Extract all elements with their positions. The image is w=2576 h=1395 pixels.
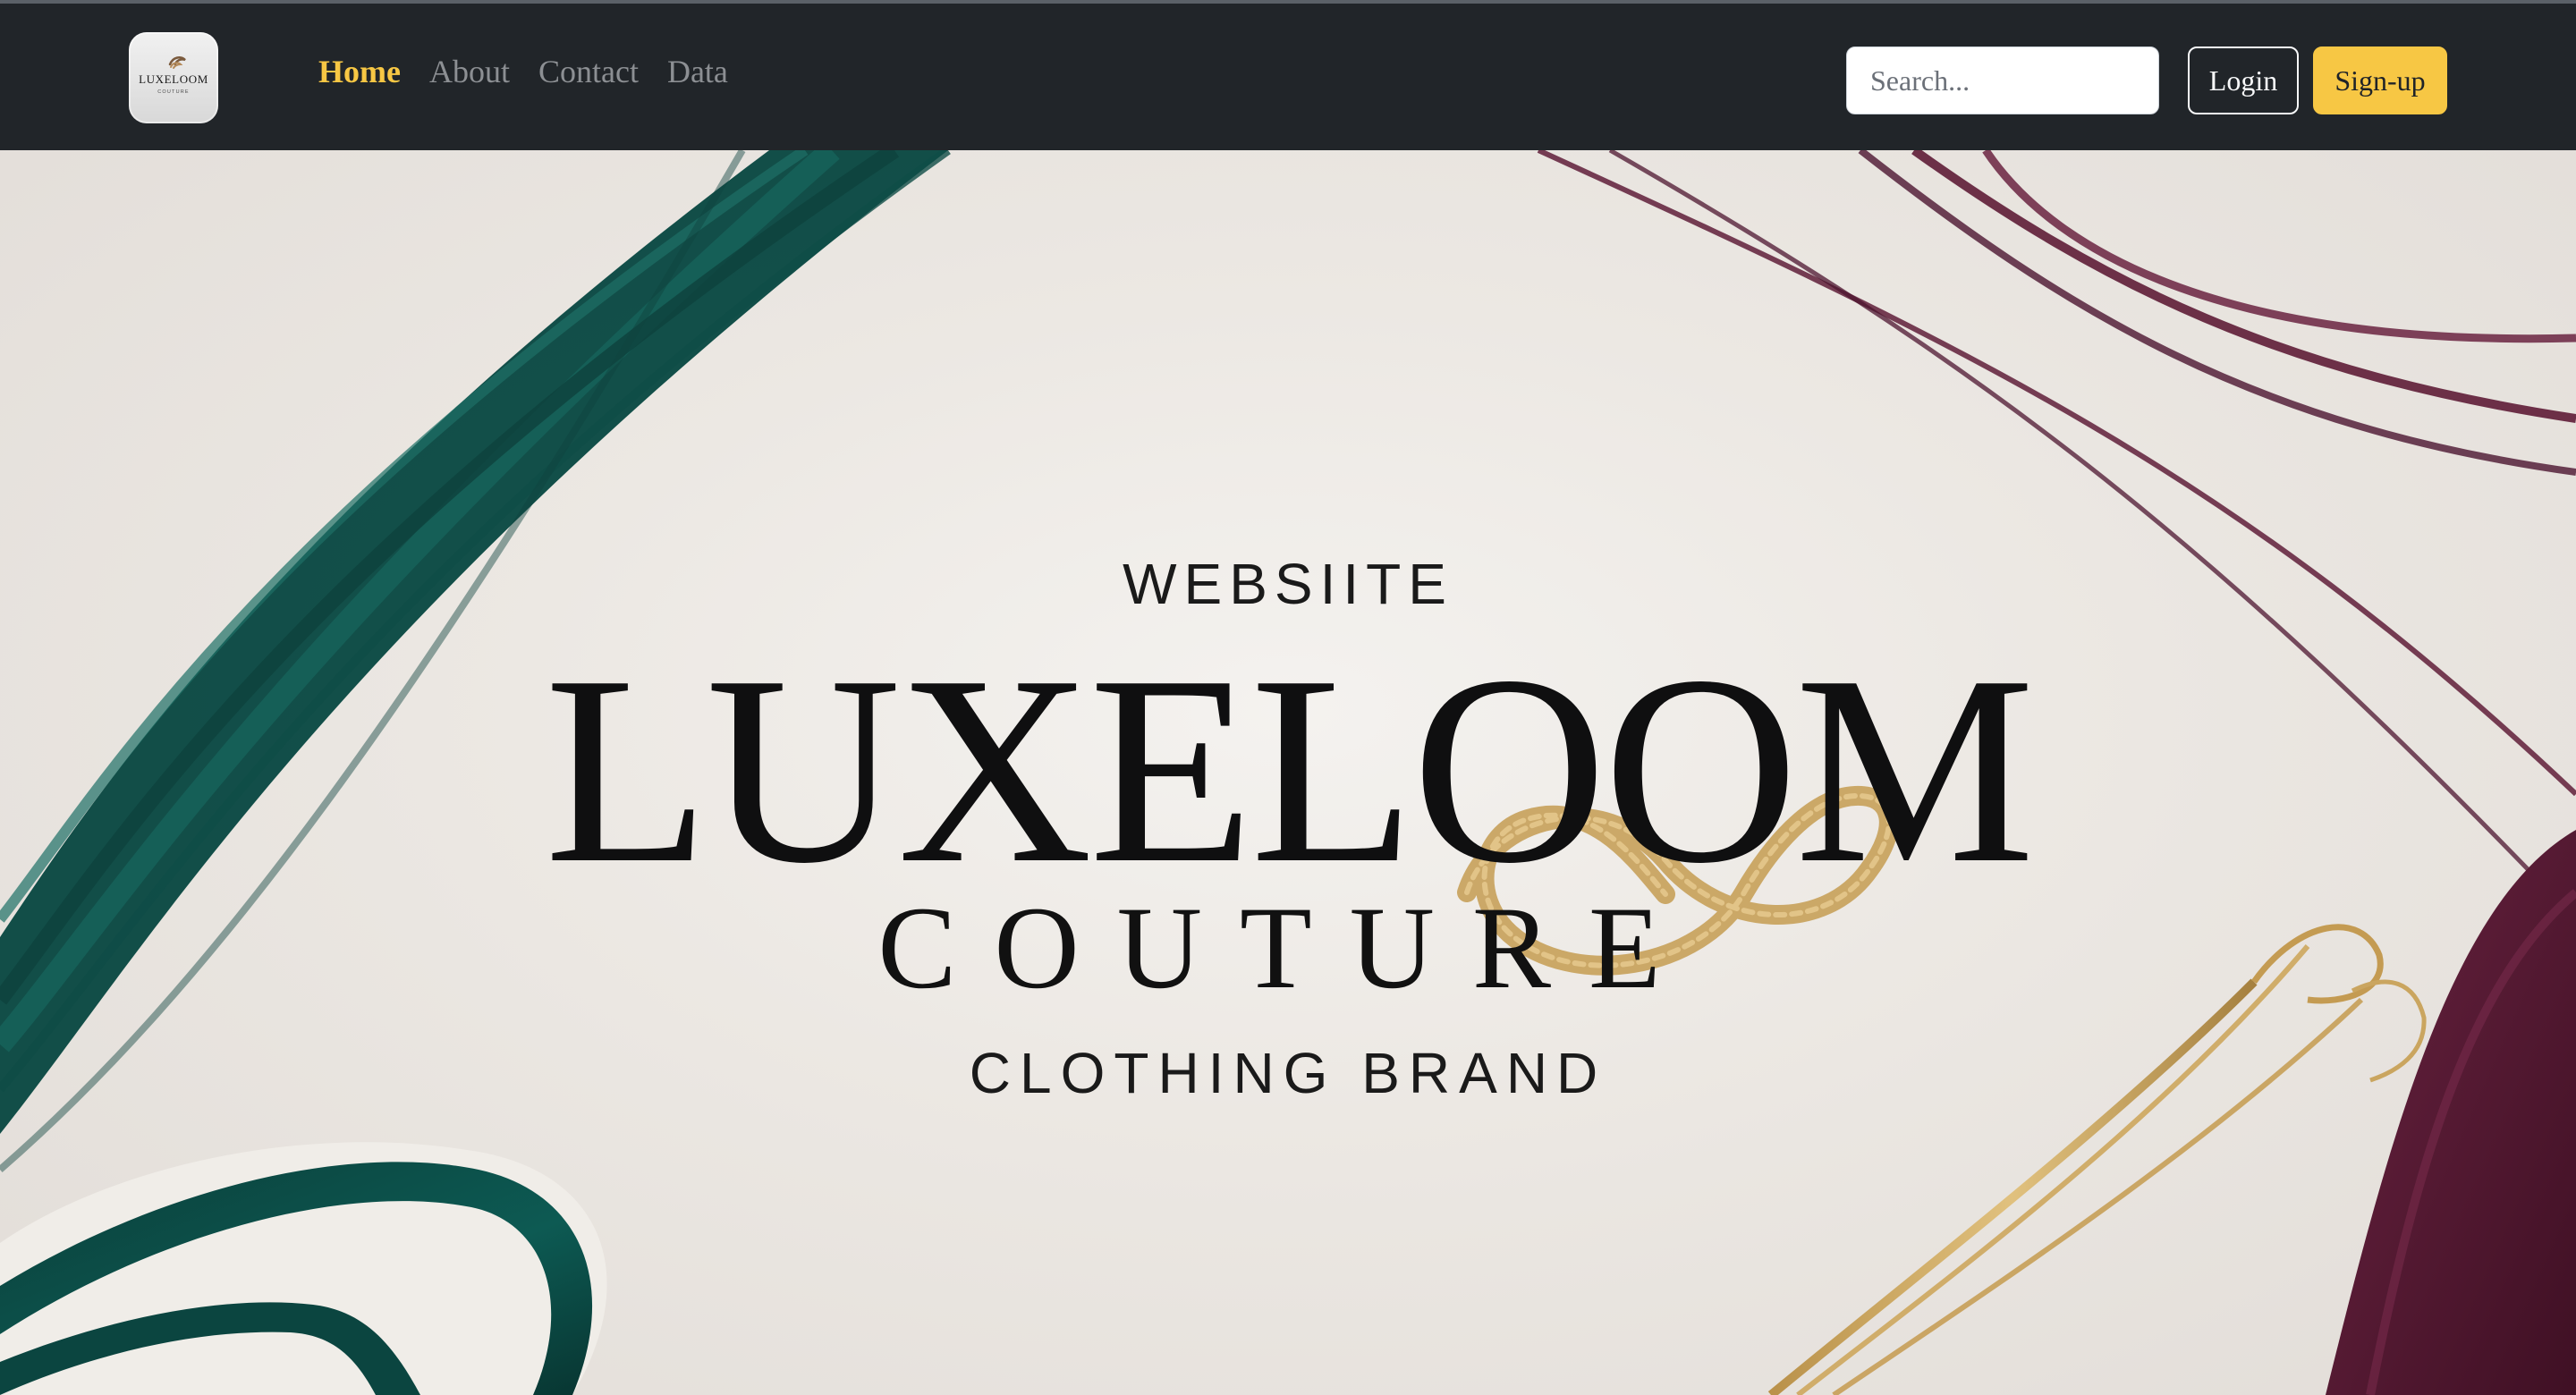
signup-button[interactable]: Sign-up xyxy=(2313,46,2447,114)
nav-contact-link[interactable]: Contact xyxy=(538,55,639,88)
logo-subtext: COUTURE xyxy=(157,89,190,95)
hero-banner: WEBSIITE LUXELOOM COUTURE CLOTHING BRAND xyxy=(0,150,2576,1395)
green-ribbon-loop xyxy=(0,1142,607,1395)
maroon-thread-bundle-right xyxy=(1537,150,2576,1395)
nav-home-link[interactable]: Home xyxy=(318,55,401,88)
search-input[interactable] xyxy=(1846,46,2159,114)
gold-cord-right xyxy=(1767,924,2427,1395)
green-thread-bundle-left xyxy=(0,150,951,1173)
login-button[interactable]: Login xyxy=(2188,46,2299,114)
main-nav: Home About Contact Data xyxy=(318,55,728,88)
top-navbar: LUXELOOM COUTURE Home About Contact Data… xyxy=(0,0,2576,150)
nav-about-link[interactable]: About xyxy=(429,55,510,88)
brand-logo[interactable]: LUXELOOM COUTURE xyxy=(129,32,218,123)
hero-thread-background xyxy=(0,150,2576,1395)
logo-mark-icon: LUXELOOM COUTURE xyxy=(139,56,208,95)
nav-data-link[interactable]: Data xyxy=(667,55,728,88)
logo-text: LUXELOOM xyxy=(139,72,208,86)
